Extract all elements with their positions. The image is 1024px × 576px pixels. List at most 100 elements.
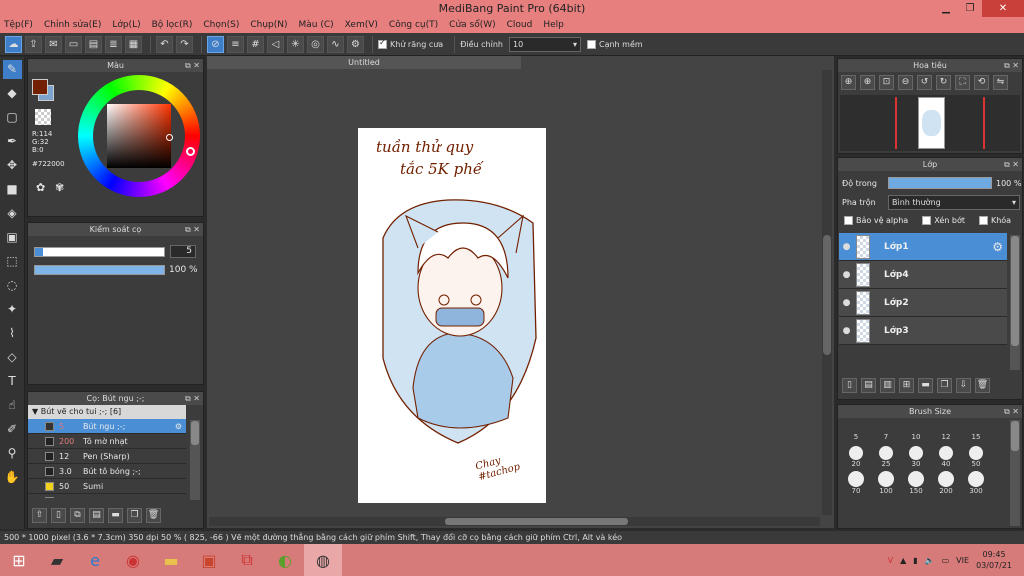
layer-folder-icon[interactable]: ▬ <box>918 378 933 393</box>
brush-delete-icon[interactable]: 🗑 <box>146 508 161 523</box>
undo-icon[interactable]: ↶ <box>156 35 173 53</box>
correction-dropdown[interactable]: 10 <box>508 36 581 52</box>
pen-tool-icon[interactable]: ✒ <box>3 132 22 151</box>
redo-icon[interactable]: ↷ <box>176 35 193 53</box>
layer-list-scrollbar[interactable] <box>1010 235 1020 370</box>
menu-layer[interactable]: Lớp(L) <box>112 17 140 33</box>
select-eraser-tool-icon[interactable]: ◇ <box>3 348 22 367</box>
brush-list-item[interactable]: 3.0 Bút tô bóng ;-; <box>28 464 186 479</box>
menu-view[interactable]: Xem(V) <box>345 17 378 33</box>
lock-checkbox[interactable] <box>978 216 988 225</box>
layer-row[interactable]: ● Lớp3 <box>839 317 1007 345</box>
brush-settings-icon[interactable]: ▤ <box>89 508 104 523</box>
brush-copy-icon[interactable]: ⧉ <box>70 508 85 523</box>
layer-row[interactable]: ● Lớp4 <box>839 261 1007 289</box>
medibang-taskbar-icon[interactable]: ◍ <box>304 544 342 576</box>
flip-icon[interactable]: ⇋ <box>993 75 1008 90</box>
comment-icon[interactable]: ✉ <box>45 35 62 53</box>
curve-snap-icon[interactable]: ∿ <box>327 35 344 53</box>
battery-icon[interactable]: ▭ <box>942 556 950 565</box>
fit-icon[interactable]: ⊡ <box>879 75 894 90</box>
eyedropper-tool-icon[interactable]: ⚲ <box>3 444 22 463</box>
menu-help[interactable]: Help <box>543 17 564 33</box>
brush-size-preset[interactable]: 25 <box>871 444 901 469</box>
brush-size-preset[interactable]: 40 <box>931 444 961 469</box>
close-button[interactable]: ✕ <box>982 0 1024 17</box>
brush-list-scrollbar[interactable] <box>190 420 200 500</box>
brush-list-item[interactable]: 200 Tô mờ nhạt <box>28 434 186 449</box>
layer-visibility-icon[interactable]: ● <box>839 270 854 280</box>
menu-cloud[interactable]: Cloud <box>507 17 533 33</box>
clipping-checkbox[interactable] <box>922 216 932 225</box>
bucket-tool-icon[interactable]: ◈ <box>3 204 22 223</box>
clock[interactable]: 09:45 03/07/21 <box>976 549 1012 571</box>
palette-add-icon[interactable]: ✾ <box>55 181 64 194</box>
brush-size-preset[interactable]: 200 <box>931 469 961 495</box>
powerpoint-icon[interactable]: ▣ <box>190 544 228 576</box>
panel-close-icon[interactable]: ⧉ ✕ <box>185 223 200 236</box>
panel-close-icon[interactable]: ⧉ ✕ <box>185 59 200 72</box>
tray-app-icon[interactable]: V <box>888 556 893 565</box>
brush-list-item[interactable]: 50 Sumi <box>28 479 186 494</box>
rotate-right-icon[interactable]: ↻ <box>936 75 951 90</box>
select-rect-tool-icon[interactable]: ⬚ <box>3 252 22 271</box>
grid-icon[interactable]: ▦ <box>125 35 142 53</box>
cloud-icon[interactable]: ☁ <box>5 35 22 53</box>
brush-size-preset[interactable]: 12 <box>931 419 961 444</box>
add-layer-menu-icon[interactable]: ⊞ <box>899 378 914 393</box>
protect-alpha-checkbox[interactable] <box>844 216 853 225</box>
snap-off-icon[interactable]: ⊘ <box>207 35 224 53</box>
concentric-snap-icon[interactable]: ◎ <box>307 35 324 53</box>
canvas-horizontal-scroll-thumb[interactable] <box>445 518 628 525</box>
rectangle-tool-icon[interactable]: ▢ <box>3 108 22 127</box>
layer-visibility-icon[interactable]: ● <box>839 298 854 308</box>
panel-close-icon[interactable]: ⧉ ✕ <box>185 392 200 405</box>
drawing-canvas[interactable]: tuần thử quy tắc 5K phế Chay #tachop <box>358 128 546 503</box>
eraser-tool-icon[interactable]: ◆ <box>3 84 22 103</box>
brush-size-preset[interactable]: 300 <box>961 469 991 495</box>
canvas-vertical-scrollbar[interactable] <box>822 70 832 515</box>
brush-size-preset[interactable]: 15 <box>961 419 991 444</box>
layer-settings-gear-icon[interactable]: ⚙ <box>992 240 1003 254</box>
brush-tool-icon[interactable]: ✎ <box>2 60 22 79</box>
share-icon[interactable]: ⇪ <box>25 35 42 53</box>
menu-edit[interactable]: Chỉnh sửa(E) <box>44 17 101 33</box>
brush-folder-icon[interactable]: ▬ <box>108 508 123 523</box>
soft-edge-checkbox[interactable] <box>586 39 596 49</box>
brush-duplicate-icon[interactable]: ❐ <box>127 508 142 523</box>
antialias-checkbox[interactable] <box>378 38 387 49</box>
primary-color-swatch[interactable] <box>32 79 48 95</box>
radial-snap-icon[interactable]: ✳ <box>287 35 304 53</box>
message-icon[interactable]: ▭ <box>65 35 82 53</box>
operation-tool-icon[interactable]: ☝ <box>3 396 22 415</box>
grid-snap-icon[interactable]: # <box>247 35 264 53</box>
divide-tool-icon[interactable]: ✐ <box>3 420 22 439</box>
menu-filter[interactable]: Bộ lọc(R) <box>152 17 193 33</box>
new-halftone-layer-icon[interactable]: ▤ <box>861 378 876 393</box>
canvas-horizontal-scrollbar[interactable] <box>209 517 820 526</box>
document-icon[interactable]: ▤ <box>85 35 102 53</box>
layer-row[interactable]: ● Lớp1 ⚙ <box>839 233 1007 261</box>
canvas-vertical-scroll-thumb[interactable] <box>823 235 831 355</box>
file-explorer-icon[interactable]: ▬ <box>152 544 190 576</box>
fill-rect-tool-icon[interactable]: ■ <box>3 180 22 199</box>
fullscreen-icon[interactable]: ⛶ <box>955 75 970 90</box>
network-icon[interactable]: ▮ <box>913 556 917 565</box>
bluestacks-icon[interactable]: ▰ <box>38 544 76 576</box>
navigator-preview[interactable] <box>840 95 1020 151</box>
duplicate-layer-icon[interactable]: ❐ <box>937 378 952 393</box>
magic-wand-tool-icon[interactable]: ✦ <box>3 300 22 319</box>
select-pen-tool-icon[interactable]: ⌇ <box>3 324 22 343</box>
brush-size-preset[interactable]: 100 <box>871 469 901 495</box>
speaker-icon[interactable]: 🔈 <box>925 556 935 565</box>
new-8bit-layer-icon[interactable]: ▥ <box>880 378 895 393</box>
reset-view-icon[interactable]: ⟲ <box>974 75 989 90</box>
brush-size-preset[interactable]: 50 <box>961 444 991 469</box>
list-icon[interactable]: ≣ <box>105 35 122 53</box>
brush-size-preset[interactable]: 30 <box>901 444 931 469</box>
brush-list-item[interactable]: 20Pixel <box>28 494 186 498</box>
windows-start-icon[interactable]: ⊞ <box>0 544 38 576</box>
brush-size-preset[interactable]: 150 <box>901 469 931 495</box>
color-wheel[interactable] <box>78 75 200 197</box>
restore-button[interactable]: ❐ <box>958 0 982 17</box>
